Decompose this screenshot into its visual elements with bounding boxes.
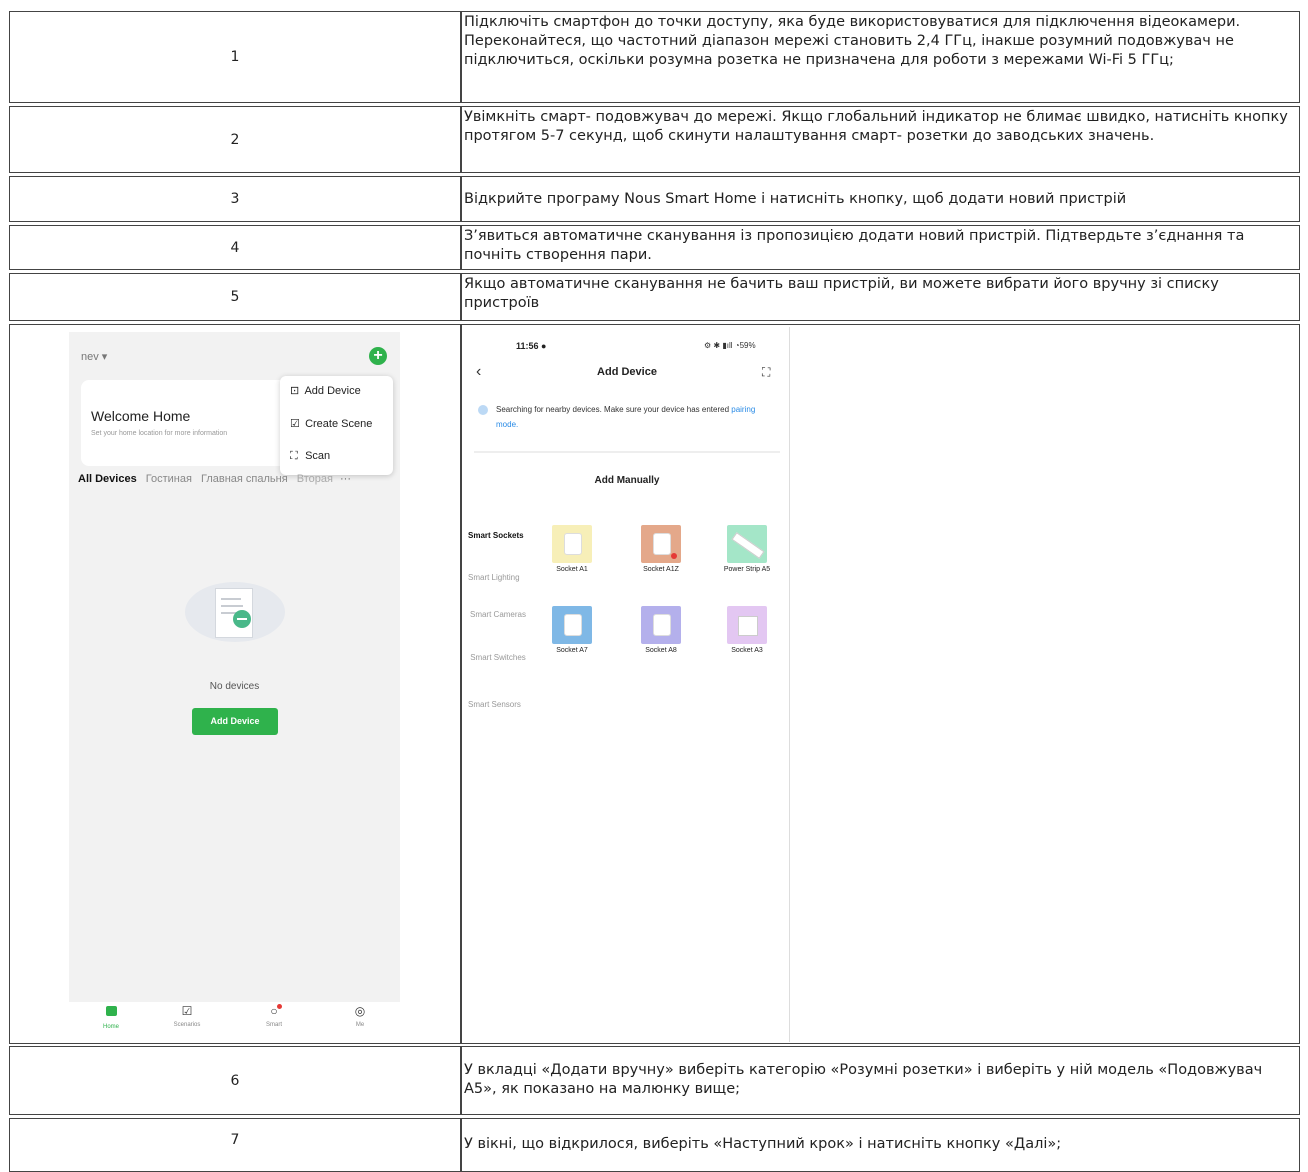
- category-smart-lighting[interactable]: Smart Lighting: [468, 573, 532, 582]
- step-number-7: 7: [9, 1118, 461, 1172]
- scan-icon[interactable]: ⛶: [762, 365, 770, 380]
- tab-room[interactable]: Главная спальня: [201, 473, 288, 485]
- scenarios-icon: ☑: [181, 1004, 193, 1018]
- welcome-title: Welcome Home: [91, 408, 191, 424]
- category-smart-sockets[interactable]: Smart Sockets: [468, 531, 532, 540]
- step-number-5: 5: [9, 273, 461, 321]
- profile-icon: ◎: [354, 1004, 366, 1018]
- status-battery: ⚙ ✱ ▮ıll ◔59%: [704, 341, 756, 350]
- device-tile[interactable]: Socket A7: [548, 606, 596, 654]
- device-tile[interactable]: Power Strip A5: [720, 525, 774, 574]
- category-smart-sensors[interactable]: Smart Sensors: [468, 700, 532, 709]
- step-number-6: 6: [9, 1046, 461, 1115]
- step-text-1: Підключіть смартфон до точки доступу, як…: [461, 11, 1300, 103]
- device-tile[interactable]: Socket A1: [548, 525, 596, 573]
- device-tile[interactable]: Socket A8: [634, 606, 688, 654]
- app-home-screenshot: nev ▾ + Welcome Home Set your home locat…: [69, 332, 400, 1022]
- socket-icon: [641, 606, 681, 644]
- nav-smart[interactable]: ○ Smart: [259, 1004, 289, 1028]
- tab-all-devices[interactable]: All Devices: [78, 473, 137, 485]
- category-smart-switches[interactable]: Smart Switches: [468, 653, 528, 662]
- home-icon: [105, 1006, 117, 1016]
- wall-socket-icon: [727, 606, 767, 644]
- socket-icon: [552, 525, 592, 563]
- add-device-screenshot: 11:56 ● ⚙ ✱ ▮ıll ◔59% ‹ Add Device ⛶ Sea…: [464, 327, 790, 1042]
- step-number-2: 2: [9, 106, 461, 173]
- device-tile[interactable]: Socket A3: [720, 606, 774, 654]
- add-device-button[interactable]: Add Device: [192, 708, 278, 735]
- nav-scenarios[interactable]: ☑ Scenarios: [169, 1004, 205, 1028]
- menu-item-create-scene[interactable]: ☑ Create Scene: [290, 417, 372, 430]
- smart-icon: ○: [259, 1004, 289, 1018]
- menu-item-add-device[interactable]: ⊡ Add Device: [290, 384, 361, 397]
- menu-item-scan[interactable]: ⛶ Scan: [290, 450, 330, 463]
- add-device-icon: ⊡: [290, 385, 300, 397]
- nav-home[interactable]: Home: [97, 1006, 125, 1030]
- tab-room[interactable]: Вторая: [297, 473, 333, 485]
- welcome-subtitle: Set your home location for more informat…: [91, 430, 228, 437]
- step-text-6: У вкладці «Додати вручну» виберіть катег…: [461, 1046, 1300, 1115]
- step-number-1: 1: [9, 11, 461, 103]
- tab-room[interactable]: Гостиная: [146, 473, 192, 485]
- step-text-3: Відкрийте програму Nous Smart Home і нат…: [461, 176, 1300, 222]
- search-spinner-icon: [478, 405, 488, 415]
- empty-illustration: [179, 572, 291, 654]
- divider: [474, 451, 780, 453]
- scene-icon: ☑: [290, 418, 300, 430]
- power-strip-icon: [727, 525, 767, 563]
- socket-icon: [641, 525, 681, 563]
- search-status-text: Searching for nearby devices. Make sure …: [496, 405, 756, 429]
- add-plus-icon[interactable]: +: [369, 347, 387, 365]
- screen-title: Add Device: [597, 366, 657, 378]
- socket-icon: [552, 606, 592, 644]
- step-text-2: Увімкніть смарт- подовжувач до мережі. Я…: [461, 106, 1300, 173]
- step-text-5: Якщо автоматичне сканування не бачить ва…: [461, 273, 1300, 321]
- step-text-4: З’явиться автоматичне сканування із проп…: [461, 225, 1300, 270]
- status-time: 11:56 ●: [516, 341, 547, 351]
- step-number-4: 4: [9, 225, 461, 270]
- section-title: Add Manually: [594, 475, 660, 486]
- room-tabs: All Devices Гостиная Главная спальня Вто…: [78, 473, 398, 485]
- step-text-7: У вікні, що відкрилося, виберіть «Наступ…: [461, 1118, 1300, 1172]
- home-selector[interactable]: nev ▾: [81, 350, 107, 363]
- step-number-3: 3: [9, 176, 461, 222]
- device-tile[interactable]: Socket A1Z: [634, 525, 688, 573]
- category-smart-cameras[interactable]: Smart Cameras: [468, 610, 528, 619]
- scan-icon: ⛶: [290, 450, 298, 462]
- bottom-nav-bar: Home ☑ Scenarios ○ Smart ◎ Me: [69, 1002, 400, 1042]
- empty-state-text: No devices: [209, 681, 260, 692]
- add-menu-popup: ⊡ Add Device ☑ Create Scene ⛶ Scan: [280, 376, 393, 475]
- nav-me[interactable]: ◎ Me: [345, 1004, 375, 1028]
- more-tabs-icon[interactable]: ···: [340, 473, 351, 485]
